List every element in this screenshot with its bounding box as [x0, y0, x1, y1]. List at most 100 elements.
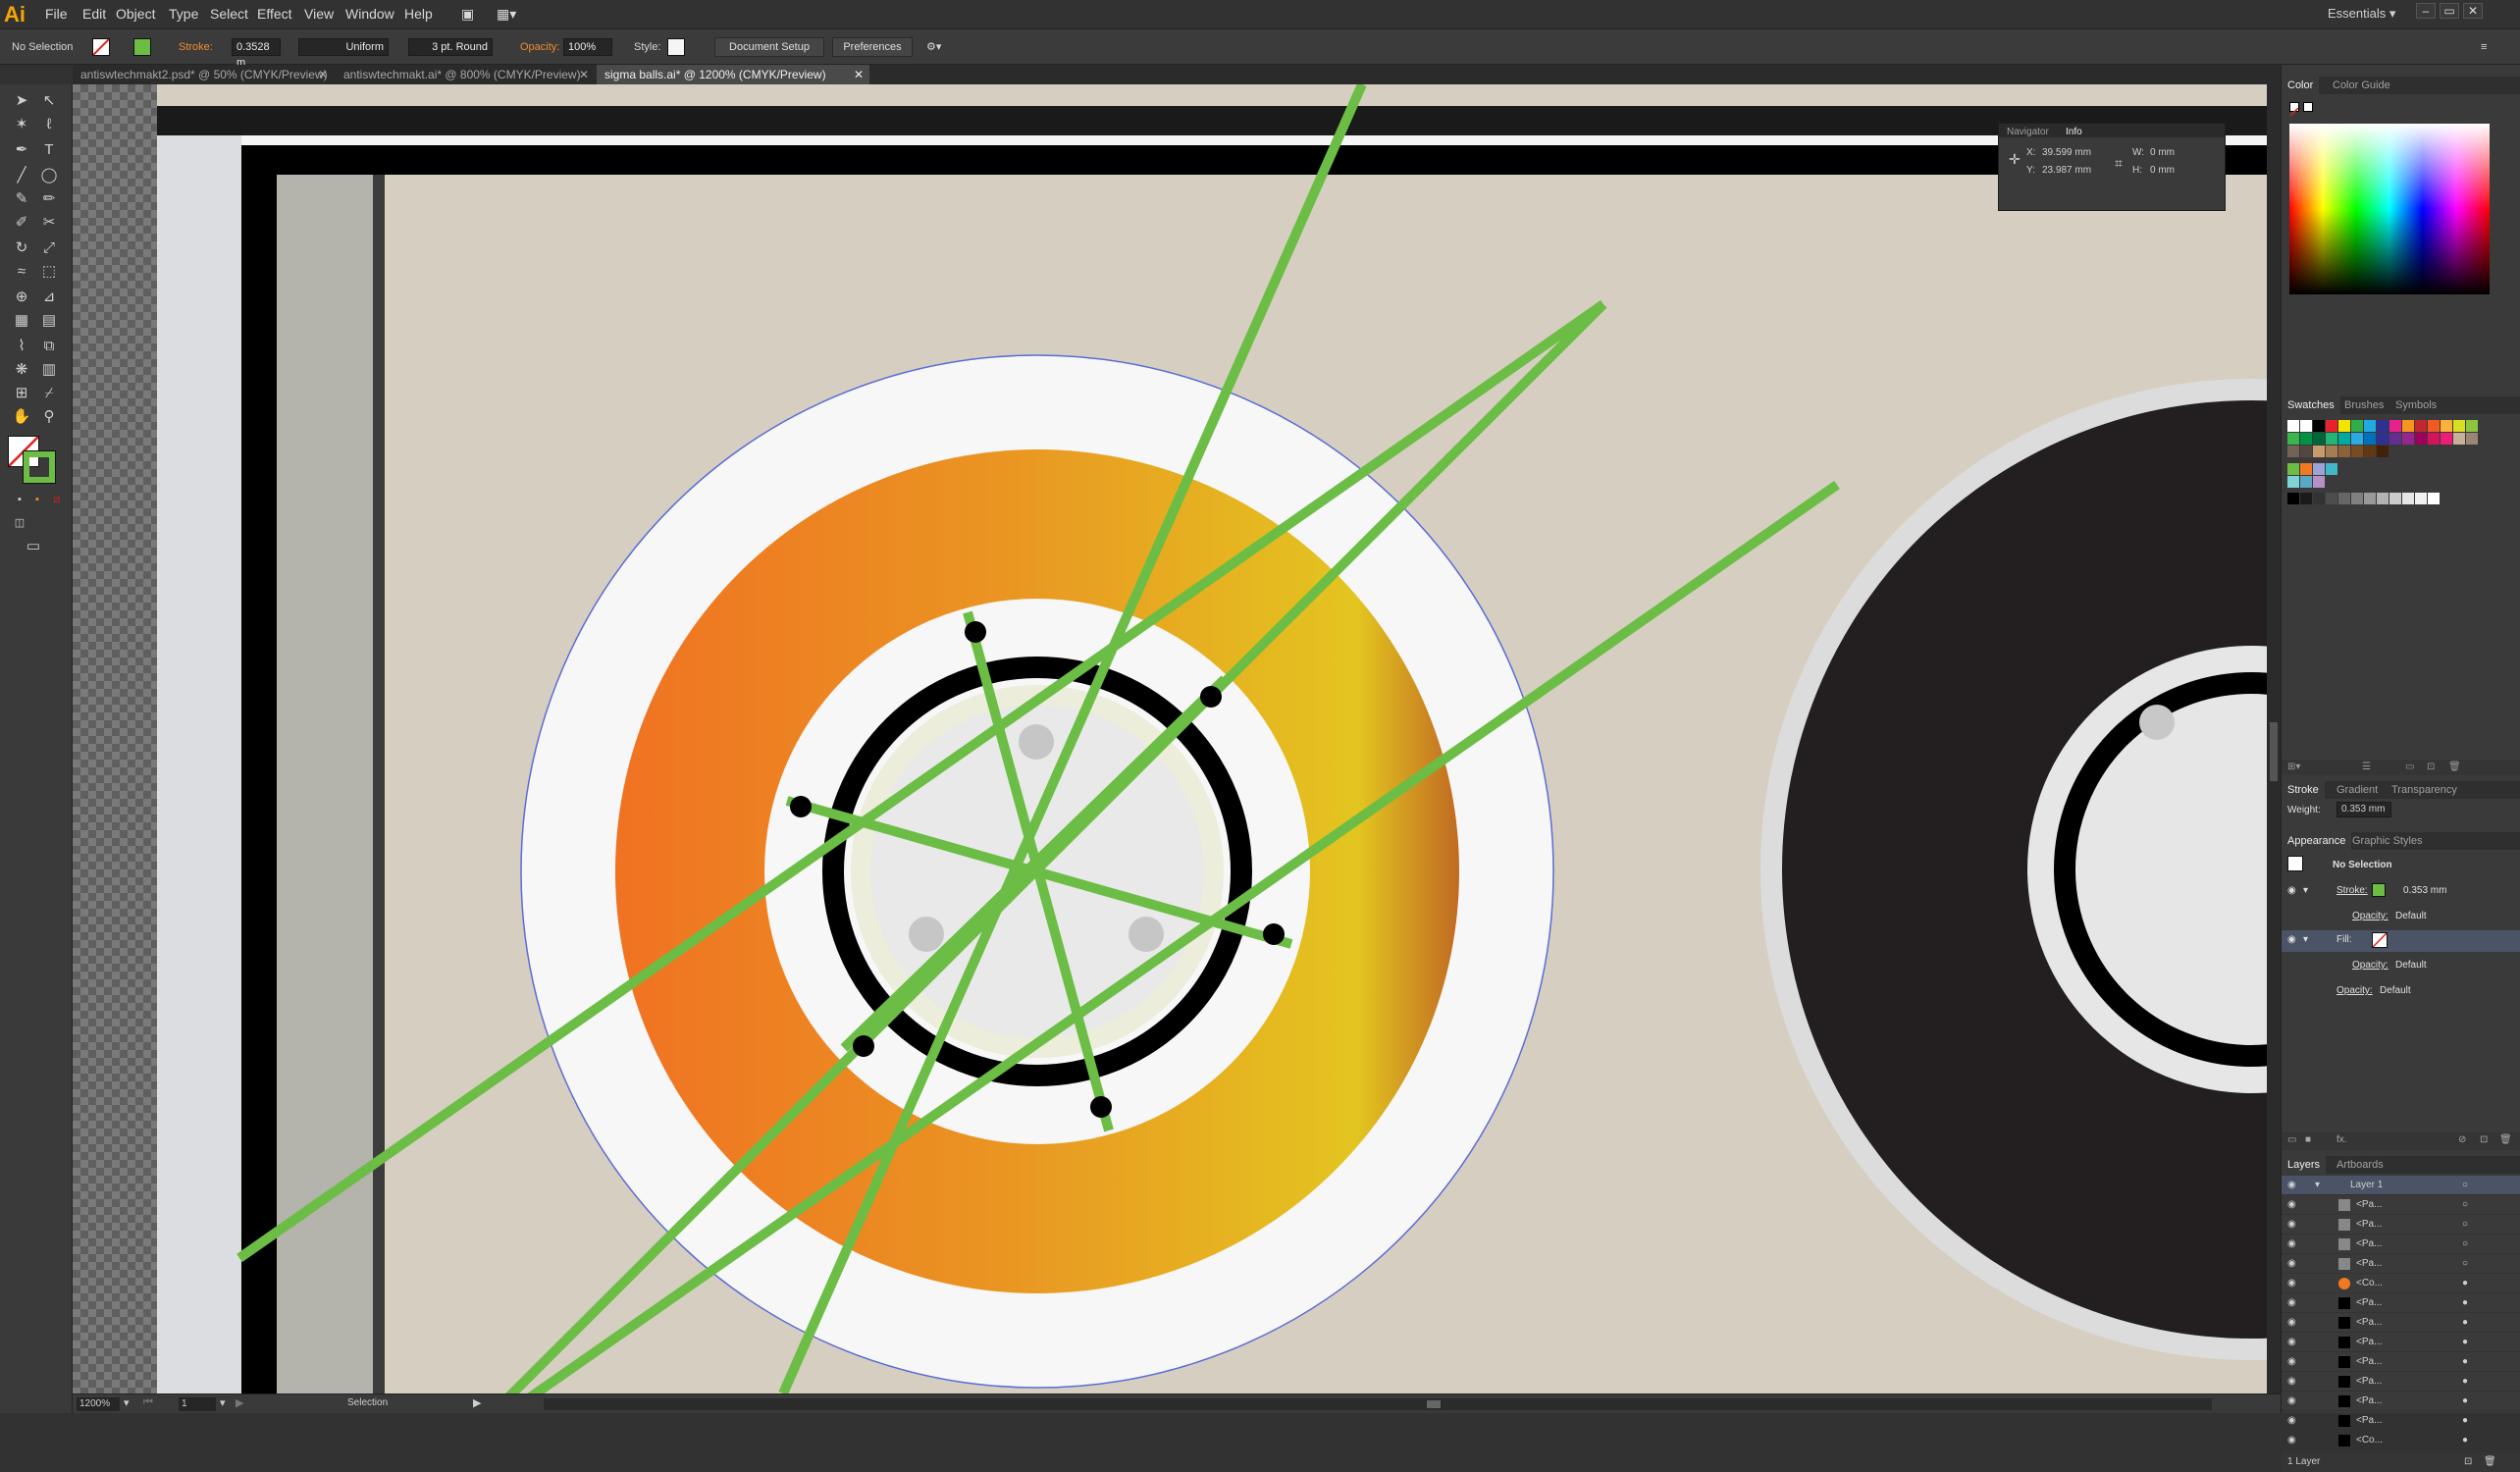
- list-item[interactable]: ◉ <Pa... ○: [2282, 1254, 2520, 1274]
- chevron-down-icon[interactable]: ▾: [220, 1396, 226, 1409]
- column-graph-tool-icon[interactable]: ▥: [35, 359, 63, 381]
- duplicate-item-icon[interactable]: ⊡: [2480, 1134, 2488, 1145]
- menu-select[interactable]: Select: [210, 6, 248, 22]
- artboard-field[interactable]: 1: [179, 1397, 216, 1411]
- arrange-icon[interactable]: ⚙▾: [926, 38, 941, 56]
- menu-type[interactable]: Type: [169, 6, 198, 22]
- horizontal-scrollbar[interactable]: [544, 1398, 2212, 1410]
- list-item[interactable]: ◉ <Pa... ●: [2282, 1333, 2520, 1352]
- close-icon[interactable]: ✕: [579, 65, 589, 84]
- target-icon[interactable]: ○: [2462, 1215, 2468, 1235]
- visibility-eye-icon[interactable]: ◉: [2287, 1215, 2296, 1235]
- menu-edit[interactable]: Edit: [82, 6, 106, 22]
- maximize-button[interactable]: ▭: [2440, 3, 2459, 19]
- fill-none-swatch[interactable]: [2289, 102, 2299, 117]
- target-icon[interactable]: ○: [2462, 1254, 2468, 1274]
- next-artboard-icon[interactable]: ▶: [236, 1396, 243, 1409]
- scroll-thumb[interactable]: [1427, 1400, 1441, 1408]
- item-name[interactable]: <Pa...: [2356, 1411, 2382, 1431]
- target-icon[interactable]: ●: [2462, 1352, 2468, 1372]
- tab-symbols[interactable]: Symbols: [2389, 396, 2442, 414]
- tab-info[interactable]: Info: [2066, 127, 2082, 137]
- chevron-down-icon[interactable]: ▾: [2303, 934, 2308, 945]
- mesh-tool-icon[interactable]: ▦: [8, 310, 35, 332]
- visibility-eye-icon[interactable]: ◉: [2287, 1352, 2296, 1372]
- stroke-attribute-label[interactable]: Stroke:: [2336, 885, 2368, 896]
- stroke-swatch[interactable]: [2303, 102, 2313, 112]
- visibility-eye-icon[interactable]: ◉: [2287, 1333, 2296, 1352]
- tab-gradient[interactable]: Gradient: [2331, 781, 2384, 799]
- item-name[interactable]: <Pa...: [2356, 1215, 2382, 1235]
- menu-object[interactable]: Object: [116, 6, 155, 22]
- menu-file[interactable]: File: [45, 6, 68, 22]
- chevron-down-icon[interactable]: ▾: [124, 1396, 130, 1409]
- tab-appearance[interactable]: Appearance: [2282, 832, 2352, 850]
- item-name[interactable]: <Pa...: [2356, 1293, 2382, 1313]
- close-icon[interactable]: ✕: [854, 65, 864, 84]
- tab-graphic-styles[interactable]: Graphic Styles: [2346, 832, 2429, 850]
- rotate-tool-icon[interactable]: ↻: [8, 237, 35, 259]
- item-name[interactable]: <Co...: [2356, 1274, 2383, 1293]
- symbol-sprayer-tool-icon[interactable]: ❋: [8, 359, 35, 381]
- item-name[interactable]: <Pa...: [2356, 1392, 2382, 1411]
- free-transform-tool-icon[interactable]: ⬚: [35, 261, 63, 283]
- add-fill-icon[interactable]: ■: [2305, 1134, 2311, 1145]
- tab-transparency[interactable]: Transparency: [2386, 781, 2463, 799]
- scale-tool-icon[interactable]: ⤢: [35, 237, 63, 259]
- workspace-switcher[interactable]: Essentials ▾: [2328, 6, 2395, 22]
- status-menu-icon[interactable]: ▶: [473, 1396, 481, 1409]
- list-item[interactable]: ◉ <Co... ●: [2282, 1274, 2520, 1293]
- list-item[interactable]: ◉ <Pa... ○: [2282, 1195, 2520, 1215]
- delete-item-icon[interactable]: 🗑: [2499, 1134, 2512, 1145]
- list-item[interactable]: ◉ <Pa... ●: [2282, 1293, 2520, 1313]
- target-icon[interactable]: ●: [2462, 1411, 2468, 1431]
- item-name[interactable]: <Pa...: [2356, 1313, 2382, 1333]
- item-name[interactable]: <Co...: [2356, 1431, 2383, 1450]
- list-item[interactable]: ◉ <Pa... ●: [2282, 1411, 2520, 1431]
- zoom-tool-icon[interactable]: ⚲: [35, 406, 63, 428]
- type-tool-icon[interactable]: T: [35, 139, 63, 161]
- visibility-eye-icon[interactable]: ◉: [2287, 1176, 2296, 1195]
- fill-none-swatch[interactable]: [92, 38, 110, 56]
- panel-menu-icon[interactable]: ≡: [2481, 38, 2487, 56]
- stroke-color-icon[interactable]: [23, 450, 56, 484]
- direct-selection-tool-icon[interactable]: ↖: [35, 90, 63, 112]
- tab-swatches[interactable]: Swatches: [2282, 396, 2340, 414]
- list-item[interactable]: ◉ <Pa... ○: [2282, 1215, 2520, 1235]
- fill-none-swatch[interactable]: [2372, 932, 2388, 948]
- magic-wand-tool-icon[interactable]: ✶: [8, 114, 35, 135]
- visibility-eye-icon[interactable]: ◉: [2287, 934, 2296, 945]
- none-mode-icon[interactable]: ⧄: [43, 489, 71, 510]
- add-stroke-icon[interactable]: ▭: [2287, 1134, 2296, 1145]
- swatch-libraries-icon[interactable]: ⊞▾: [2287, 762, 2300, 772]
- layer-row[interactable]: ◉ ▾ Layer 1 ○: [2282, 1176, 2520, 1195]
- visibility-eye-icon[interactable]: ◉: [2287, 1431, 2296, 1450]
- variable-width-profile[interactable]: Uniform: [298, 38, 389, 56]
- visibility-eye-icon[interactable]: ◉: [2287, 1235, 2296, 1254]
- visibility-eye-icon[interactable]: ◉: [2287, 1254, 2296, 1274]
- tab-brushes[interactable]: Brushes: [2338, 396, 2389, 414]
- list-item[interactable]: ◉ <Pa... ●: [2282, 1392, 2520, 1411]
- new-swatch-icon[interactable]: ⊡: [2427, 762, 2435, 772]
- artboard-tool-icon[interactable]: ⊞: [8, 383, 35, 404]
- tab-color[interactable]: Color: [2282, 77, 2320, 94]
- item-name[interactable]: <Pa...: [2356, 1352, 2382, 1372]
- gradient-tool-icon[interactable]: ▤: [35, 310, 63, 332]
- stroke-color-swatch[interactable]: [2372, 883, 2386, 897]
- fill-attribute-label[interactable]: Fill:: [2336, 934, 2352, 945]
- fill-attribute-row[interactable]: [2282, 930, 2520, 952]
- target-icon[interactable]: ●: [2462, 1293, 2468, 1313]
- line-tool-icon[interactable]: ╱: [8, 165, 35, 186]
- menu-view[interactable]: View: [304, 6, 334, 22]
- show-kinds-icon[interactable]: ☰: [2362, 762, 2371, 772]
- new-color-group-icon[interactable]: ▭: [2405, 762, 2414, 772]
- list-item[interactable]: ◉ <Co... ●: [2282, 1431, 2520, 1450]
- chevron-down-icon[interactable]: ▾: [2303, 885, 2308, 896]
- item-name[interactable]: <Pa...: [2356, 1372, 2382, 1392]
- clear-appearance-icon[interactable]: ⊘: [2458, 1134, 2466, 1145]
- blob-brush-tool-icon[interactable]: ✐: [8, 212, 35, 234]
- stroke-weight-field[interactable]: 0.3528 m: [232, 38, 281, 69]
- preferences-button[interactable]: Preferences: [832, 37, 913, 57]
- stroke-label[interactable]: Stroke:: [179, 38, 213, 56]
- tab-color-guide[interactable]: Color Guide: [2327, 77, 2396, 94]
